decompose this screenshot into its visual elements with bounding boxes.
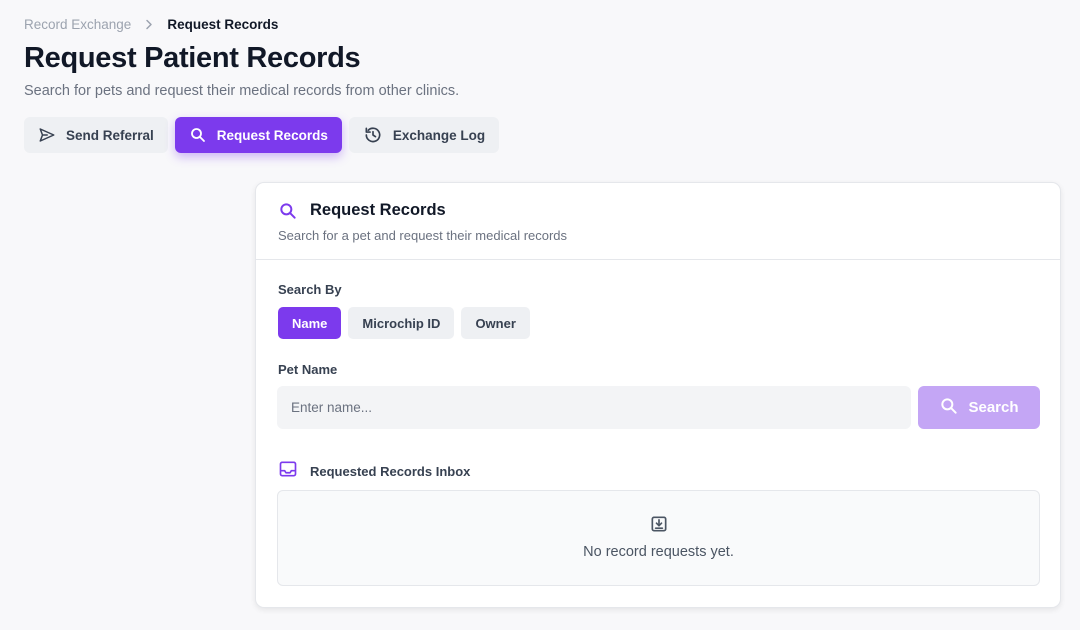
card-description: Search for a pet and request their medic… <box>278 228 568 243</box>
breadcrumb: Record Exchange Request Records <box>24 17 278 32</box>
search-by-name-button[interactable]: Name <box>278 307 342 339</box>
page-title: Request Patient Records <box>24 42 361 74</box>
pet-name-label: Pet Name <box>278 362 338 377</box>
tab-request-records[interactable]: Request Records <box>174 117 342 153</box>
history-icon <box>363 125 383 145</box>
request-records-card: Request Records Search for a pet and req… <box>255 182 1061 608</box>
search-button-label: Search <box>968 399 1019 416</box>
inbox-empty-state: No record requests yet. <box>277 490 1040 586</box>
search-by-toggle: Name Microchip ID Owner <box>278 307 530 339</box>
inbox-icon <box>278 459 298 484</box>
pet-name-input[interactable] <box>277 386 911 429</box>
inbox-empty-message: No record requests yet. <box>583 544 734 560</box>
tab-label: Request Records <box>216 127 328 143</box>
breadcrumb-current: Request Records <box>167 17 279 32</box>
search-by-label: Search By <box>278 282 342 297</box>
search-icon <box>189 126 207 144</box>
search-icon <box>278 201 298 226</box>
search-button[interactable]: Search <box>918 386 1040 429</box>
card-header: Request Records Search for a pet and req… <box>256 183 1060 260</box>
send-icon <box>38 126 56 144</box>
tab-label: Send Referral <box>66 127 154 143</box>
tab-exchange-log[interactable]: Exchange Log <box>348 117 500 153</box>
page-subtitle: Search for pets and request their medica… <box>24 83 460 99</box>
tab-send-referral[interactable]: Send Referral <box>24 117 168 153</box>
tab-label: Exchange Log <box>392 127 486 143</box>
search-by-owner-button[interactable]: Owner <box>461 307 530 339</box>
search-by-microchip-button[interactable]: Microchip ID <box>348 307 455 339</box>
download-tray-icon <box>649 514 669 539</box>
tab-bar: Send Referral Request Records Exchange L… <box>24 117 500 153</box>
chevron-right-icon <box>145 19 153 30</box>
breadcrumb-parent-link[interactable]: Record Exchange <box>24 17 131 32</box>
card-title: Request Records <box>310 201 446 219</box>
inbox-title: Requested Records Inbox <box>310 464 471 479</box>
search-icon <box>939 396 959 420</box>
inbox-header: Requested Records Inbox <box>278 459 470 484</box>
